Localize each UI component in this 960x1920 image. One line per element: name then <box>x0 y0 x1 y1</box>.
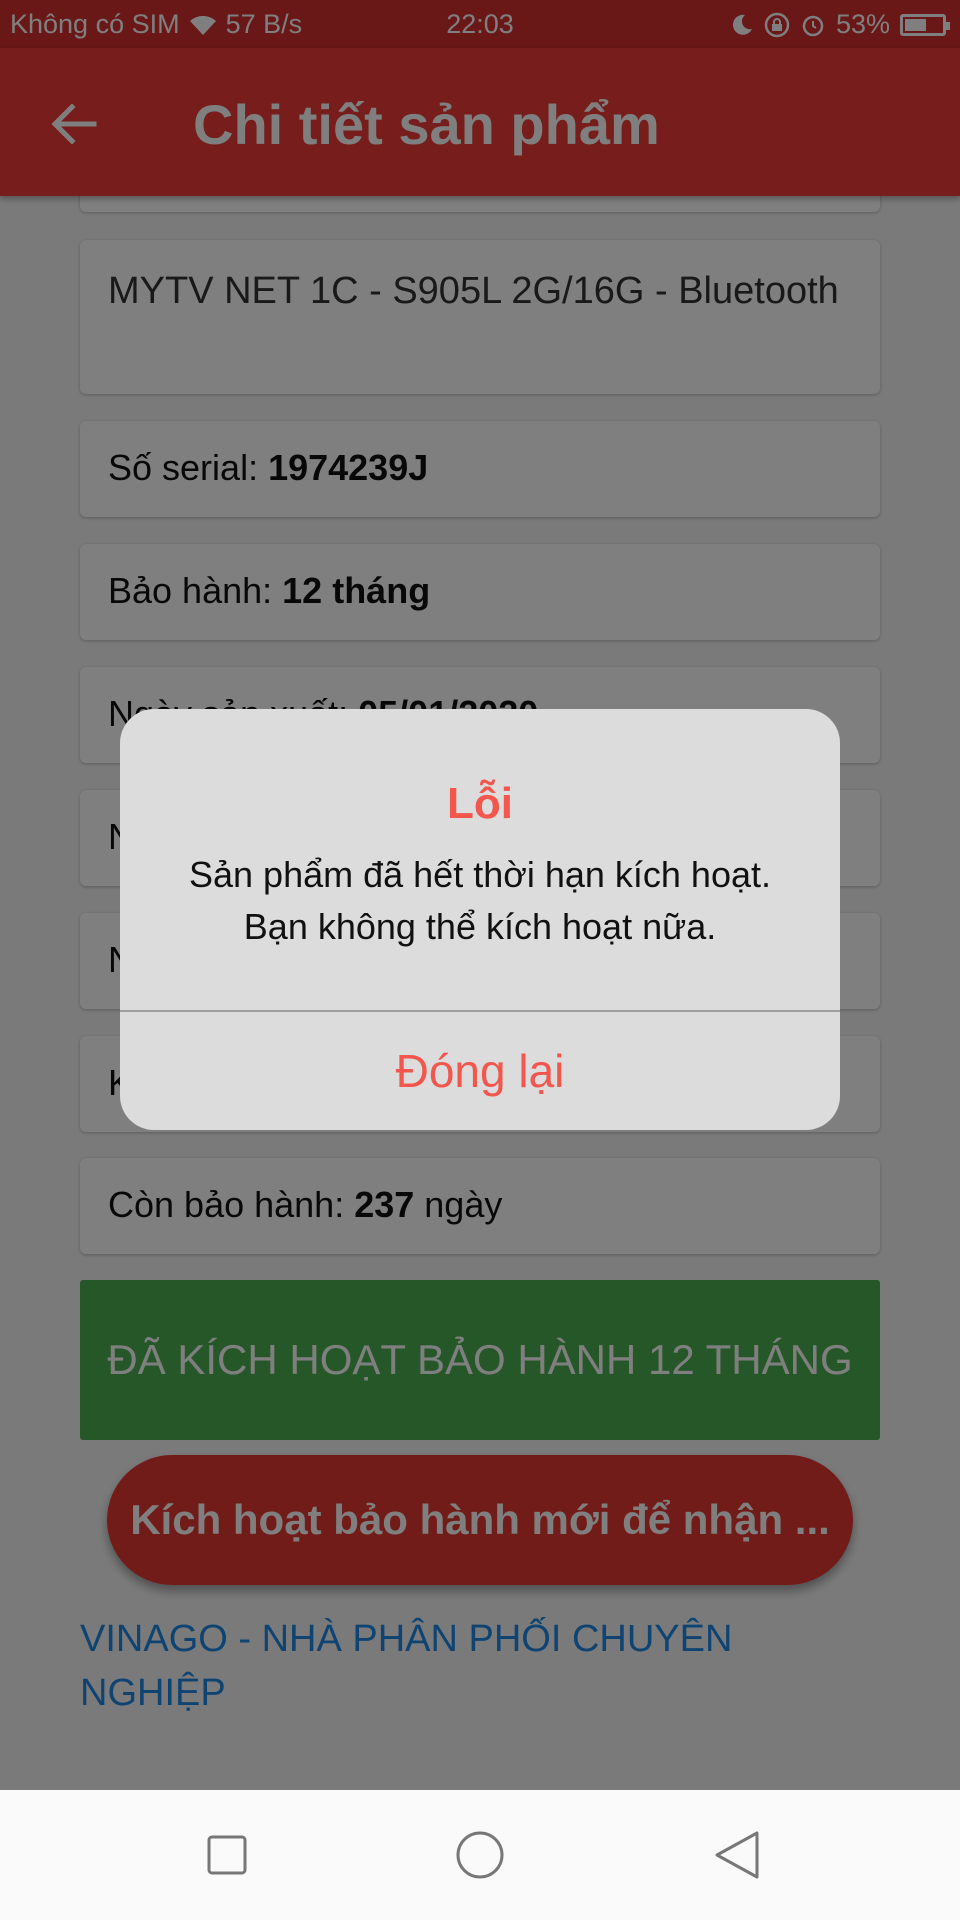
error-dialog: Lỗi Sản phẩm đã hết thời hạn kích hoạt. … <box>120 709 840 1130</box>
dialog-title: Lỗi <box>447 779 513 828</box>
system-nav-bar <box>0 1790 960 1920</box>
home-icon[interactable] <box>450 1825 510 1885</box>
dialog-message: Sản phẩm đã hết thời hạn kích hoạt. Bạn … <box>189 854 771 947</box>
recent-apps-icon[interactable] <box>197 1825 257 1885</box>
close-button[interactable]: Đóng lại <box>120 1012 840 1130</box>
back-triangle-icon[interactable] <box>707 1825 767 1885</box>
